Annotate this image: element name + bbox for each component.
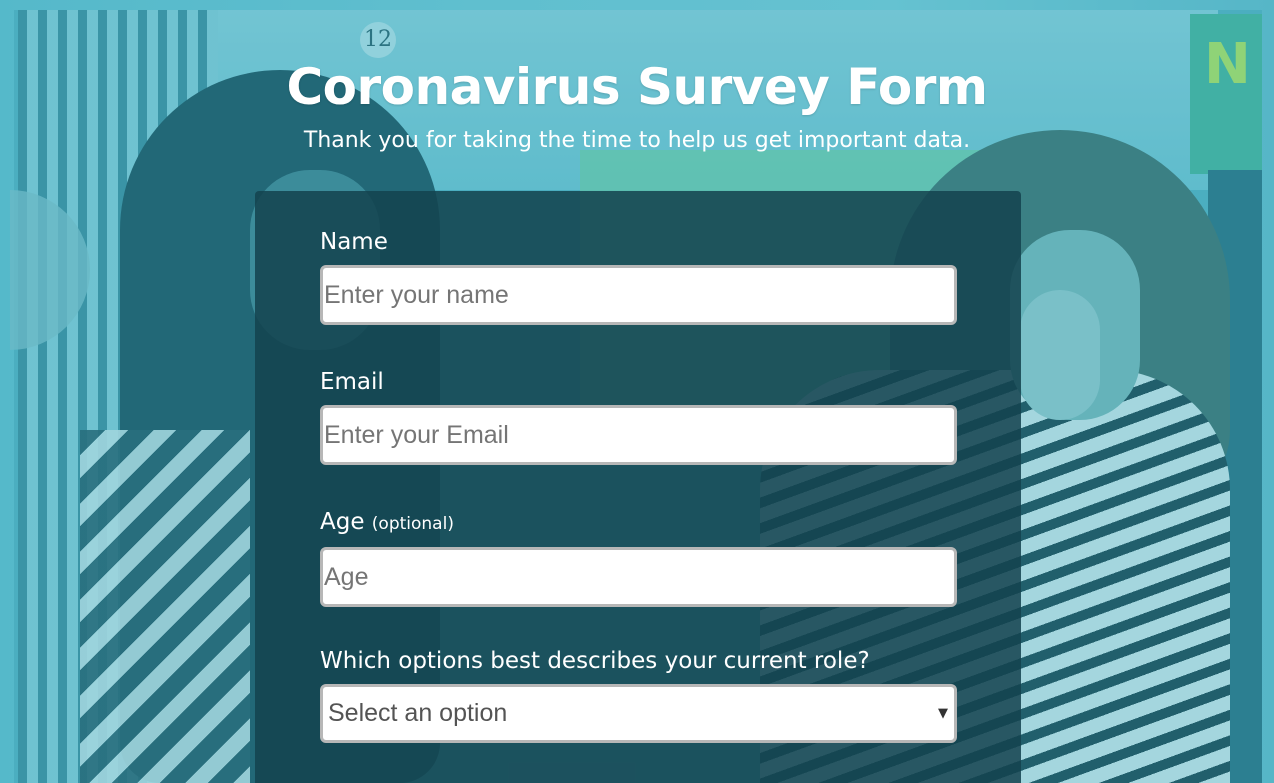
page-title: Coronavirus Survey Form xyxy=(286,58,988,116)
age-field-group: Age (optional) xyxy=(320,507,957,607)
name-input[interactable] xyxy=(320,265,957,325)
dropdown-triangle-icon: ▼ xyxy=(938,706,948,721)
age-label-text: Age xyxy=(320,509,365,535)
email-label: Email xyxy=(320,367,957,397)
name-label-text: Name xyxy=(320,229,388,255)
survey-form: Name Email Age (optional) Which options … xyxy=(255,191,1021,783)
page-header: Coronavirus Survey Form Thank you for ta… xyxy=(0,56,1274,156)
email-label-text: Email xyxy=(320,369,384,395)
age-input[interactable] xyxy=(320,547,957,607)
age-label: Age (optional) xyxy=(320,507,957,539)
role-field-group: Which options best describes your curren… xyxy=(320,646,957,743)
page-description: Thank you for taking the time to help us… xyxy=(303,128,971,153)
role-label: Which options best describes your curren… xyxy=(320,646,957,676)
role-dropdown[interactable]: Select an option ▼ xyxy=(320,684,957,743)
role-label-text: Which options best describes your curren… xyxy=(320,648,870,674)
role-dropdown-selected-value: Select an option xyxy=(328,699,508,727)
email-field-group: Email xyxy=(320,367,957,465)
age-label-optional-note: (optional) xyxy=(371,514,454,534)
name-label: Name xyxy=(320,227,957,257)
name-field-group: Name xyxy=(320,227,957,325)
email-input[interactable] xyxy=(320,405,957,465)
